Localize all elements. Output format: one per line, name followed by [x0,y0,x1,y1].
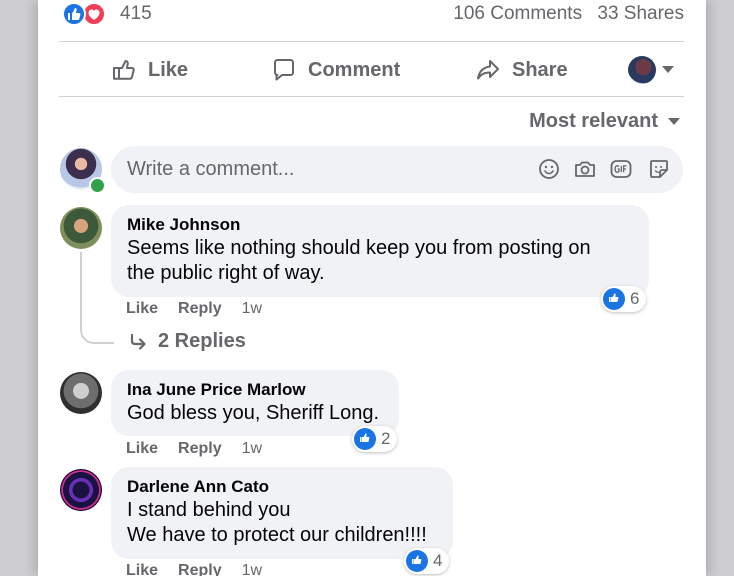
like-reaction-icon [406,550,428,572]
like-label: Like [148,58,189,81]
comment-input[interactable] [127,146,507,193]
post-as-avatar[interactable] [628,56,656,84]
comment-actions: Like Reply 1w [126,300,262,318]
replies-label: 2 Replies [158,330,246,352]
comment-like-button[interactable]: Like [126,562,158,576]
thumbs-up-icon [113,60,135,80]
share-label: Share [512,58,568,81]
comment-actions: Like Reply 1w [126,440,262,458]
emoji-icon[interactable] [537,157,561,181]
commenter-name[interactable]: Ina June Price Marlow [127,379,385,401]
comment-like-button[interactable]: Like [126,440,158,458]
share-icon [477,60,499,80]
reaction-count: 2 [381,429,391,448]
chevron-down-icon[interactable] [662,66,674,73]
commenter-avatar[interactable] [60,469,102,511]
comment-timestamp[interactable]: 1w [242,300,262,318]
thread-line [80,314,114,344]
camera-icon[interactable] [573,157,597,181]
reply-arrow-icon [130,333,146,350]
commenter-avatar[interactable] [60,207,102,249]
commenter-name[interactable]: Mike Johnson [127,214,635,236]
reaction-count: 6 [630,289,640,308]
like-reaction-icon [62,2,86,26]
post-stats: 106 Comments 33 Shares [453,3,684,25]
comment-timestamp[interactable]: 1w [242,562,262,576]
like-button[interactable]: Like [110,56,188,84]
comment-reply-button[interactable]: Reply [178,300,222,318]
comment-composer[interactable] [111,146,683,193]
shares-count[interactable]: 33 Shares [597,3,684,24]
comment-text: Seems like nothing should keep you from … [127,237,591,284]
comment-actions: Like Reply 1w [126,562,262,576]
commenter-name[interactable]: Darlene Ann Cato [127,476,439,498]
comment-bubble: Mike Johnson Seems like nothing should k… [111,205,649,297]
comment-timestamp[interactable]: 1w [242,440,262,458]
comment-reply-button[interactable]: Reply [178,440,222,458]
like-reaction-icon [354,428,376,450]
post-card: 415 106 Comments 33 Shares Like Comment … [38,0,706,576]
comment-sort-dropdown[interactable]: Most relevant [529,110,680,133]
online-status-dot [89,177,106,194]
thread-line [80,252,82,314]
comment-button[interactable]: Comment [270,56,400,84]
comment-reactions[interactable]: 6 [601,286,647,312]
reaction-count: 4 [433,551,443,570]
divider [59,96,684,97]
comments-count[interactable]: 106 Comments [453,3,582,24]
divider [59,41,684,42]
caret-down-icon [668,118,680,125]
comment-reply-button[interactable]: Reply [178,562,222,576]
comment-label: Comment [308,58,401,81]
comment-bubble: Darlene Ann Cato I stand behind you We h… [111,467,453,559]
comment-reactions[interactable]: 4 [404,548,450,574]
gif-icon[interactable] [609,157,633,181]
comment-text: I stand behind you We have to protect ou… [127,499,427,546]
comment-like-button[interactable]: Like [126,300,158,318]
share-button[interactable]: Share [474,56,568,84]
sticker-icon[interactable] [647,157,671,181]
comment-text: God bless you, Sheriff Long. [127,402,380,424]
comment-bubble: Ina June Price Marlow God bless you, She… [111,370,399,436]
reaction-count[interactable]: 415 [120,3,152,25]
comment-icon [274,59,294,81]
view-replies-button[interactable]: 2 Replies [128,330,246,353]
sort-label: Most relevant [529,110,658,132]
reaction-icons[interactable] [62,2,112,28]
like-reaction-icon [603,288,625,310]
commenter-avatar[interactable] [60,372,102,414]
comment-reactions[interactable]: 2 [352,426,398,452]
